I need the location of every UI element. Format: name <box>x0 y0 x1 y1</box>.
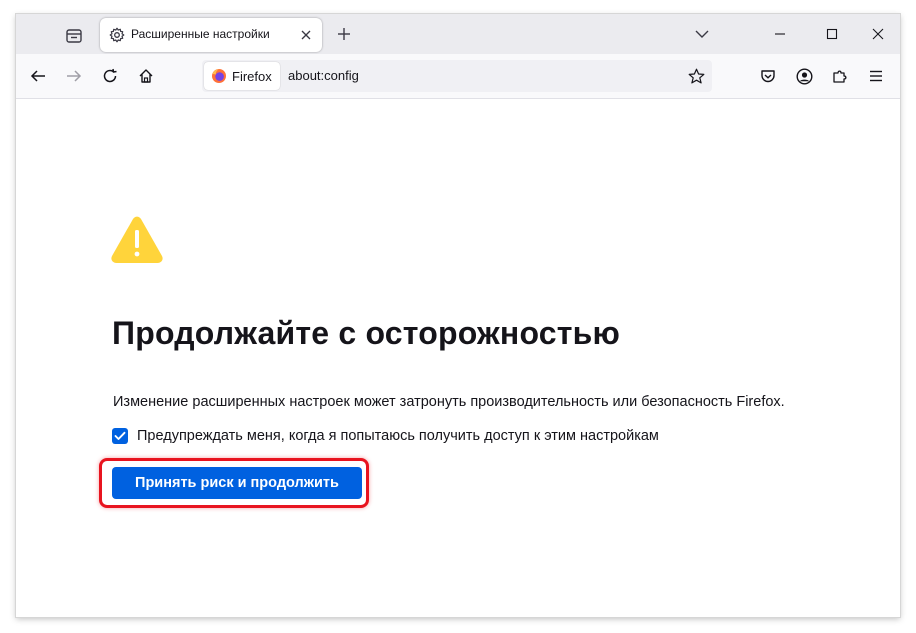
home-icon <box>139 69 153 83</box>
warn-checkbox[interactable] <box>112 428 128 444</box>
minimize-button[interactable] <box>768 22 792 46</box>
browser-window: Расширенные настройки Firefox about:conf… <box>16 14 900 617</box>
checkmark-icon <box>114 431 126 440</box>
bookmark-star-button[interactable] <box>686 66 706 86</box>
tab-close-button[interactable] <box>298 27 314 43</box>
page-title: Продолжайте с осторожностью <box>112 315 621 351</box>
close-icon <box>301 30 311 40</box>
warning-description: Изменение расширенных настроек может зат… <box>113 394 785 410</box>
reload-icon <box>103 68 117 83</box>
pocket-icon <box>761 70 775 83</box>
window-close-button[interactable] <box>866 22 890 46</box>
star-icon <box>688 68 704 83</box>
extensions-button[interactable] <box>828 64 852 88</box>
firefox-logo-icon <box>212 69 226 83</box>
navigation-bar: Firefox about:config <box>16 54 900 99</box>
gear-icon <box>109 27 125 43</box>
tab-advanced-settings[interactable]: Расширенные настройки <box>100 18 322 52</box>
list-all-tabs-button[interactable] <box>692 24 712 44</box>
forward-arrow-icon <box>67 70 82 82</box>
url-text[interactable]: about:config <box>288 68 359 83</box>
puzzle-icon <box>833 70 847 83</box>
account-button[interactable] <box>792 64 816 88</box>
new-tab-button[interactable] <box>332 22 356 46</box>
account-icon <box>795 67 813 85</box>
tab-title: Расширенные настройки <box>131 27 270 41</box>
maximize-button[interactable] <box>820 22 844 46</box>
accept-risk-button[interactable]: Принять риск и продолжить <box>112 467 362 499</box>
home-button[interactable] <box>134 64 158 88</box>
forward-button[interactable] <box>62 64 86 88</box>
identity-label: Firefox <box>232 69 272 84</box>
pocket-button[interactable] <box>756 64 780 88</box>
url-bar[interactable]: Firefox about:config <box>202 60 712 92</box>
firefox-view-button[interactable] <box>60 22 88 50</box>
warn-checkbox-label[interactable]: Предупреждать меня, когда я попытаюсь по… <box>137 428 659 444</box>
page-content: Продолжайте с осторожностью Изменение ра… <box>16 99 900 617</box>
identity-box[interactable]: Firefox <box>204 62 280 90</box>
back-arrow-icon <box>30 70 45 82</box>
tab-bar: Расширенные настройки <box>16 14 900 54</box>
chevron-down-icon <box>695 30 709 38</box>
reload-button[interactable] <box>98 64 122 88</box>
app-menu-button[interactable] <box>864 64 888 88</box>
plus-icon <box>338 28 350 40</box>
minimize-icon <box>775 33 785 35</box>
firefox-view-icon <box>66 29 82 43</box>
close-icon <box>872 28 884 40</box>
back-button[interactable] <box>26 64 50 88</box>
maximize-icon <box>826 28 838 40</box>
warning-icon <box>111 216 163 263</box>
hamburger-menu-icon <box>870 70 882 82</box>
